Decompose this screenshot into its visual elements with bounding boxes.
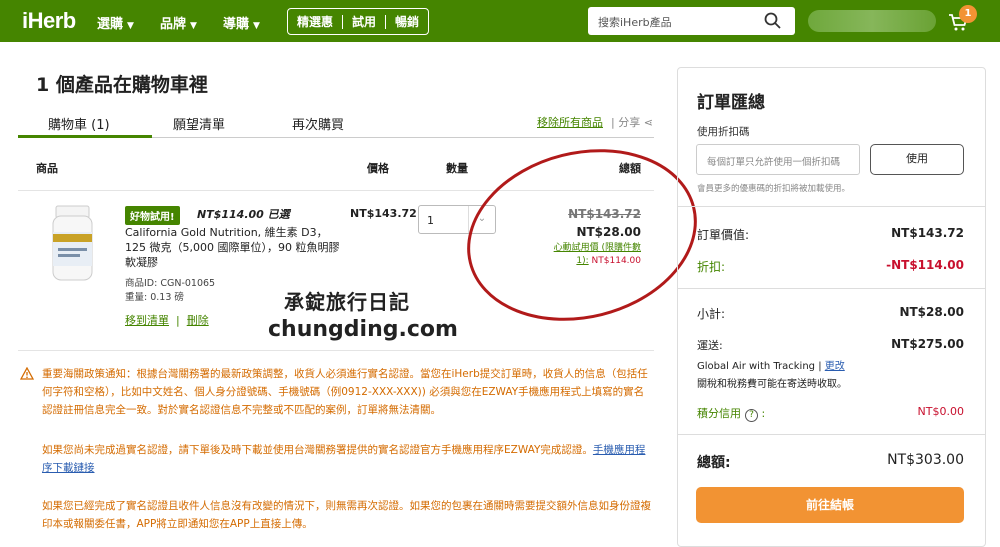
change-shipping-link[interactable]: 更改 (825, 361, 845, 372)
coupon-input[interactable]: 每個訂單只允許使用一個折扣碼 (696, 144, 860, 175)
discount-value: -NT$114.00 (886, 258, 964, 272)
tab-active-indicator (18, 135, 152, 138)
nav-pill-group: 精選惠 試用 暢銷 (287, 8, 430, 35)
customs-notice-2-text: 如果您尚未完成過實名認證，請下單後及時下載並使用台灣關務署提供的實名認證官方手機… (42, 444, 593, 456)
total-value: NT$303.00 (887, 452, 964, 468)
credit-label: 積分信用 (697, 407, 741, 420)
tab-wishlist[interactable]: 願望清單 (173, 114, 225, 133)
nav-shop-label: 選購 (97, 17, 124, 32)
account-blurred[interactable] (808, 10, 936, 32)
summary-divider (678, 434, 985, 435)
cart-count-badge: 1 (959, 5, 977, 23)
chevron-down-icon: ▼ (190, 21, 197, 31)
delete-link[interactable]: 刪除 (187, 314, 209, 327)
help-icon[interactable]: ? (745, 409, 758, 422)
coupon-label: 使用折扣碼 (697, 126, 750, 138)
shipping-label: 運送: (697, 339, 723, 352)
nav-brands-menu[interactable]: 品牌 ▼ (160, 13, 197, 32)
warning-icon (20, 367, 34, 380)
search-placeholder: 搜索iHerb產品 (598, 16, 672, 29)
shipping-value: NT$275.00 (891, 337, 964, 351)
item-actions: 移到清單 | 刪除 (125, 312, 209, 328)
share-label: 分享 (618, 116, 641, 129)
nav-pill-deals[interactable]: 精選惠 (288, 13, 342, 30)
row-divider (18, 350, 654, 351)
total-label: 總額: (697, 455, 731, 471)
free-trial-badge: 好物試用! (125, 206, 180, 225)
discount-label: 折扣: (697, 260, 726, 274)
summary-divider (678, 206, 985, 207)
tax-note: 關稅和稅務費可能在寄送時收取。 (697, 379, 847, 390)
credit-value: NT$0.00 (917, 405, 964, 418)
watermark-title: 承錠旅行日記 (284, 290, 410, 314)
customs-notice-1: 重要海關政策通知：根據台灣關務署的最新政策調整，收貨人必須進行實名認證。當您在i… (42, 368, 648, 416)
item-price: NT$143.72 (350, 207, 417, 220)
chosen-price: NT$114.00 已選 (197, 208, 290, 221)
customs-notice-3: 如果您已經完成了實名認證且收件人信息沒有改變的情況下，則無需再次認證。如果您的包… (42, 500, 651, 530)
order-value: NT$143.72 (891, 226, 964, 240)
col-price: 價格 (367, 162, 389, 175)
tab-cart[interactable]: 購物車 (1) (48, 114, 110, 133)
customs-notice-2: 如果您尚未完成過實名認證，請下單後及時下載並使用台灣關務署提供的實名認證官方手機… (42, 441, 654, 477)
nav-guide-label: 導購 (223, 17, 250, 32)
coupon-placeholder: 每個訂單只允許使用一個折扣碼 (707, 157, 841, 168)
chevron-down-icon: ▼ (253, 21, 260, 31)
page-title: 1 個產品在購物車裡 (36, 74, 208, 96)
col-product: 商品 (36, 162, 58, 175)
subtotal-label: 小計: (697, 307, 726, 321)
search-icon[interactable] (764, 12, 781, 29)
nav-shop-menu[interactable]: 選購 ▼ (97, 13, 134, 32)
watermark-url: chungding.com (268, 317, 458, 342)
search-input[interactable]: 搜索iHerb產品 (588, 7, 795, 35)
summary-title: 訂單匯總 (697, 93, 765, 113)
share-icon: ⋖ (643, 116, 653, 129)
chevron-down-icon: ▼ (127, 21, 134, 31)
quantity-value: 1 (427, 214, 434, 227)
checkout-button[interactable]: 前往結帳 (696, 487, 964, 523)
order-value-label: 訂單價值: (697, 228, 750, 242)
iherb-logo[interactable]: iHerb (22, 8, 76, 34)
top-nav: iHerb 選購 ▼ 品牌 ▼ 導購 ▼ 精選惠 試用 暢銷 搜索iHerb產品 1 (0, 0, 1000, 42)
coupon-note: 會員更多的優惠碼的折扣將被加載使用。 (697, 184, 851, 194)
tab-buy-again[interactable]: 再次購買 (292, 114, 344, 133)
product-image[interactable] (50, 204, 95, 282)
shipping-method: Global Air with Tracking | 更改 (697, 361, 845, 372)
shipping-method-name: Global Air with Tracking (697, 361, 816, 372)
nav-pill-trial[interactable]: 試用 (343, 13, 385, 30)
product-weight: 重量: 0.13 磅 (125, 292, 184, 303)
apply-coupon-button[interactable]: 使用 (870, 144, 964, 175)
nav-pill-bestseller[interactable]: 暢銷 (386, 13, 428, 30)
nav-guide-menu[interactable]: 導購 ▼ (223, 13, 260, 32)
credit-row: 積分信用? : (697, 407, 766, 422)
action-divider: | (172, 314, 184, 327)
share-button[interactable]: | 分享 ⋖ (611, 114, 653, 130)
red-circle-annotation (467, 149, 697, 321)
summary-divider (678, 288, 985, 289)
subtotal-value: NT$28.00 (899, 305, 964, 319)
nav-brands-label: 品牌 (160, 17, 187, 32)
remove-all-link[interactable]: 移除所有商品 (537, 114, 603, 130)
product-id: 商品ID: CGN-01065 (125, 278, 216, 289)
product-name[interactable]: California Gold Nutrition, 維生素 D3，125 微克… (125, 225, 345, 270)
move-to-list-link[interactable]: 移到清單 (125, 314, 169, 327)
